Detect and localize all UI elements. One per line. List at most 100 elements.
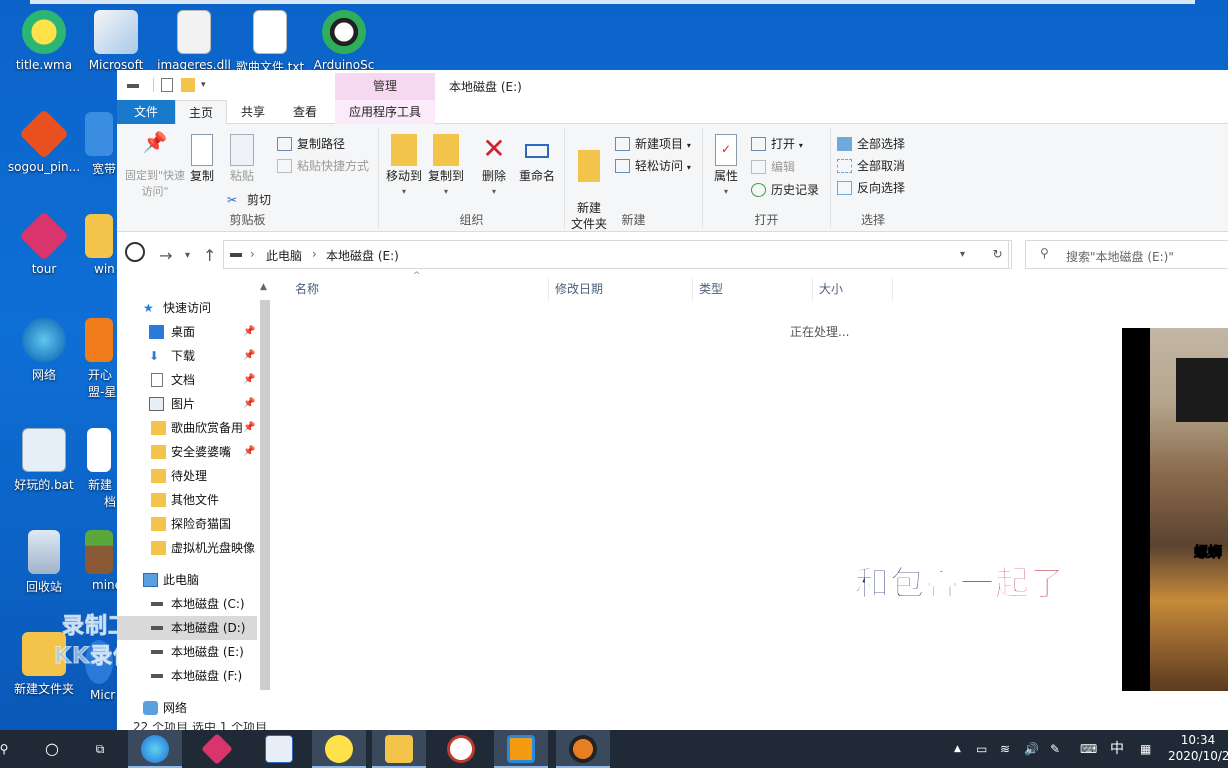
nav-scrollbar-thumb[interactable] [260,300,270,690]
taskbar-edge[interactable] [128,730,182,768]
tab-home[interactable]: 主页 [175,100,227,124]
desktop-icon-happy[interactable]: 开心 盟-星 [80,318,117,400]
taskbar-recorder[interactable] [556,730,610,768]
recent-locations-button[interactable]: ▾ [185,250,190,261]
paste-button[interactable]: 粘贴 [227,134,257,184]
column-date-modified[interactable]: 修改日期 [549,277,693,301]
search-button[interactable]: ⚲ [0,730,20,768]
nav-item-pending[interactable]: 待处理 [117,464,257,488]
edit-button[interactable]: 编辑 [751,157,795,177]
copy-path-button[interactable]: 复制路径 [277,134,345,154]
nav-item-pictures[interactable]: 图片 📌 [117,392,257,416]
search-box[interactable]: ⚲ 搜索"本地磁盘 (E:)" [1025,240,1228,269]
rename-button[interactable]: 重命名 [517,134,557,184]
desktop-icon-network[interactable]: 网络 [4,318,84,383]
open-button[interactable]: 打开 ▾ [751,134,803,154]
desktop-icon-sogou[interactable]: sogou_pin... [4,109,84,174]
select-none-button[interactable]: 全部取消 [837,156,905,176]
properties-button[interactable]: ✓ 属性 ▾ [709,134,743,200]
nav-item-downloads[interactable]: ⬇ 下载 📌 [117,344,257,368]
edge-icon [141,735,169,763]
select-all-button[interactable]: 全部选择 [837,134,905,154]
pen-icon[interactable]: ✎ [1050,730,1060,768]
back-button-recorder-icon[interactable] [125,242,145,262]
volume-icon[interactable]: 🔊 [1024,730,1039,768]
refresh-button[interactable]: ↻ [984,240,1012,269]
desktop-icon-tour[interactable]: tour [4,211,84,276]
move-to-button[interactable]: 移动到 ▾ [383,134,425,200]
wifi-icon[interactable]: ≋ [1000,730,1010,768]
new-folder-qat-icon[interactable] [181,78,195,92]
forward-button[interactable]: → [159,246,172,265]
paste-shortcut-button[interactable]: 粘贴快捷方式 [277,156,369,176]
taskbar-qq-music[interactable] [312,730,366,768]
nav-drive-e[interactable]: 本地磁盘 (E:) [117,640,257,664]
nav-item-vm-images[interactable]: 虚拟机光盘映像 [117,536,257,560]
address-bar[interactable]: › 此电脑 › 本地磁盘 (E:) ▾ [223,240,1009,269]
address-row: → ▾ ↑ › 此电脑 › 本地磁盘 (E:) ▾ ↻ ⚲ 搜索"本地磁盘 (E… [117,233,1228,277]
column-size[interactable]: 大小 [813,277,893,301]
taskbar-vm[interactable] [494,730,548,768]
delete-x-icon: ✕ [482,132,506,165]
copy-to-button[interactable]: 复制到 ▾ [425,134,467,200]
breadcrumb-drive-e[interactable]: 本地磁盘 (E:) [326,247,399,264]
breadcrumb-this-pc[interactable]: 此电脑 [266,247,302,264]
tab-app-tools[interactable]: 应用程序工具 [335,100,435,124]
pictures-icon [149,397,164,411]
desktop-icon-arduino[interactable]: ArduinoSc [304,10,384,72]
cortana-button[interactable]: ○ [26,730,78,768]
address-dropdown-icon[interactable]: ▾ [960,249,965,260]
tab-share[interactable]: 共享 [229,100,277,124]
copy-button[interactable]: 复制 [187,134,217,184]
nav-drive-f[interactable]: 本地磁盘 (F:) [117,664,257,688]
clock[interactable]: 10:34 2020/10/2 [1168,732,1228,764]
battery-icon[interactable]: ▭ [976,730,987,768]
ime-grid-icon[interactable]: ▦ [1140,730,1151,768]
nav-item-adventure[interactable]: 探险奇猫国 [117,512,257,536]
scroll-up-icon[interactable]: ▲ [260,282,267,292]
desktop-icon-songs-txt[interactable]: 歌曲文件.txt [230,10,310,75]
taskbar-editor[interactable] [252,730,306,768]
new-item-button[interactable]: 新建项目 ▾ [615,134,691,154]
nav-item-documents[interactable]: 文档 📌 [117,368,257,392]
ime-indicator[interactable]: 中 [1110,730,1124,768]
task-view-button[interactable]: ⧉ [74,730,126,768]
up-button[interactable]: ↑ [203,246,216,265]
invert-selection-button[interactable]: 反向选择 [837,178,905,198]
nav-drive-d[interactable]: 本地磁盘 (D:) [117,616,257,640]
nav-item-other-files[interactable]: 其他文件 [117,488,257,512]
column-type[interactable]: 类型 [693,277,813,301]
nav-item-songs-backup[interactable]: 歌曲欣赏备用 📌 [117,416,257,440]
cut-button[interactable]: ✂ 剪切 [227,190,271,210]
qat-dropdown-icon[interactable]: ▾ [201,80,206,94]
nav-network[interactable]: 网络 [117,696,257,720]
keyboard-icon[interactable]: ⌨ [1080,730,1097,768]
properties-check-icon[interactable] [161,78,173,92]
desktop-icon-new-doc[interactable]: 新建 档 [80,428,117,510]
new-folder-button[interactable]: 新建 文件夹 [569,134,609,248]
desktop-icon-title-wma[interactable]: title.wma [4,10,84,72]
desktop-icon-broadband[interactable]: 宽带 [80,112,117,177]
taskbar-game[interactable] [434,730,488,768]
desktop-icon-recycle-bin[interactable]: 回收站 [4,530,84,595]
desktop-icon-imageres[interactable]: imageres.dll [154,10,234,72]
nav-item-desktop[interactable]: 桌面 📌 [117,320,257,344]
history-button[interactable]: 历史记录 [751,180,819,200]
desktop-icon-minecraft[interactable]: mine [80,530,117,592]
taskbar-tour[interactable] [190,730,244,768]
tab-view[interactable]: 查看 [281,100,329,124]
nav-item-safety[interactable]: 安全婆婆嘴 📌 [117,440,257,464]
nav-drive-c[interactable]: 本地磁盘 (C:) [117,592,257,616]
desktop-icon-win[interactable]: win [80,214,117,276]
nav-quick-access[interactable]: ★ 快速访问 [117,296,257,320]
tab-file[interactable]: 文件 [117,100,175,124]
pin-quick-access-button[interactable]: 📌 固定到"快速访问" [123,132,187,200]
taskbar-file-explorer[interactable] [372,730,426,768]
desktop-icon-fun-bat[interactable]: 好玩的.bat [4,428,84,493]
desktop-icon-microsoft[interactable]: Microsoft [76,10,156,72]
nav-this-pc[interactable]: 此电脑 [117,568,257,592]
delete-button[interactable]: ✕ 删除 ▾ [479,134,509,200]
easy-access-button[interactable]: 轻松访问 ▾ [615,156,691,176]
show-hidden-icons-button[interactable]: ▲ [954,730,961,768]
nav-scrollbar[interactable]: ▲ [257,282,273,702]
